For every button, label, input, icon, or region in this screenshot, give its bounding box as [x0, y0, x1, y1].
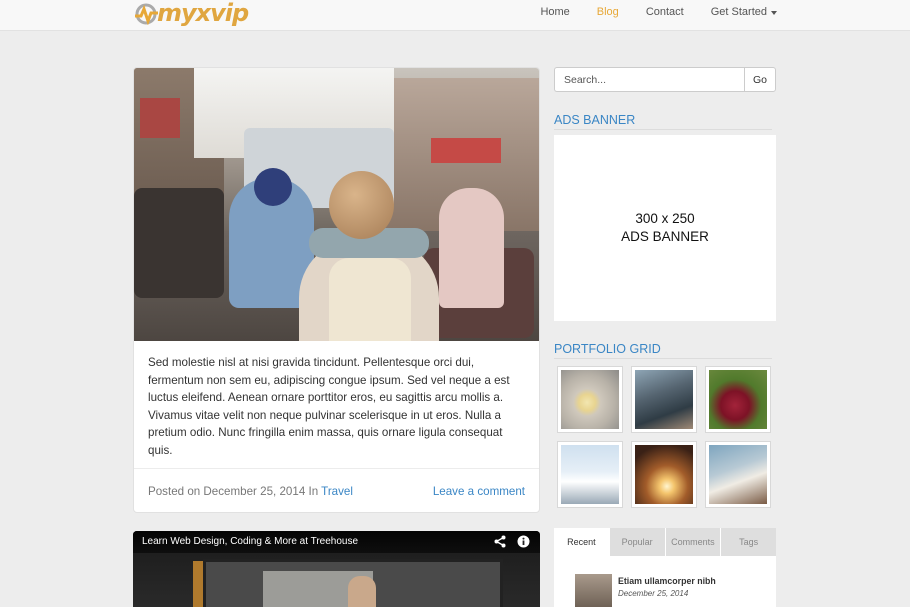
- skater-thumb[interactable]: [631, 366, 697, 433]
- tab-bar: Recent Popular Comments Tags: [554, 528, 776, 556]
- list-item[interactable]: Etiam ullamcorper nibh December 25, 2014: [575, 574, 716, 607]
- tab-comments[interactable]: Comments: [665, 528, 722, 556]
- top-navbar: myxvip Home Blog Contact Get Started: [0, 0, 910, 31]
- recent-post-date: December 25, 2014: [618, 589, 689, 598]
- logo-text: myxvip: [157, 0, 249, 27]
- nav-get-started-label: Get Started: [710, 6, 767, 18]
- post-excerpt: Sed molestie nisl at nisi gravida tincid…: [148, 356, 510, 457]
- tab-recent[interactable]: Recent: [554, 528, 610, 556]
- search-go-button[interactable]: Go: [744, 67, 776, 92]
- ads-banner[interactable]: 300 x 250 ADS BANNER: [554, 135, 776, 321]
- search-form: Go: [554, 67, 776, 92]
- post-meta: Posted on December 25, 2014 In Travel Le…: [134, 468, 539, 512]
- video-title: Learn Web Design, Coding & More at Treeh…: [133, 531, 540, 553]
- portfolio-widget-title: PORTFOLIO GRID: [554, 342, 772, 359]
- ads-label: ADS BANNER: [621, 229, 709, 244]
- seagull-thumb[interactable]: [557, 441, 623, 508]
- main-nav: Home Blog Contact Get Started: [513, 0, 777, 25]
- info-icon[interactable]: [517, 535, 530, 548]
- nav-home[interactable]: Home: [540, 0, 569, 25]
- tabs-widget: Recent Popular Comments Tags Etiam ullam…: [554, 528, 776, 607]
- tab-tags[interactable]: Tags: [721, 528, 776, 556]
- search-input[interactable]: [554, 67, 744, 92]
- sunset-street-thumb[interactable]: [631, 441, 697, 508]
- category-link[interactable]: Travel: [321, 485, 353, 498]
- blog-post: Sed molestie nisl at nisi gravida tincid…: [133, 67, 540, 513]
- post-date: Posted on December 25, 2014 In Travel: [148, 485, 353, 498]
- nav-blog[interactable]: Blog: [597, 0, 619, 25]
- recent-post-thumb: [575, 574, 612, 607]
- coffee-cup-thumb[interactable]: [557, 366, 623, 433]
- posted-on-text: Posted on December 25, 2014 In: [148, 485, 319, 498]
- ads-size: 300 x 250: [635, 211, 695, 226]
- leave-comment-link[interactable]: Leave a comment: [433, 485, 525, 498]
- recent-post-title[interactable]: Etiam ullamcorper nibh: [618, 574, 716, 588]
- onion-thumb[interactable]: [705, 366, 771, 433]
- video-post: Learn Web Design, Coding & More at Treeh…: [133, 531, 540, 607]
- tab-popular[interactable]: Popular: [609, 528, 666, 556]
- nav-get-started[interactable]: Get Started: [711, 0, 777, 25]
- caret-down-icon: [771, 10, 777, 15]
- ads-widget-title: ADS BANNER: [554, 113, 772, 130]
- cups-thumb[interactable]: [705, 441, 771, 508]
- video-player[interactable]: Learn Web Design, Coding & More at Treeh…: [133, 531, 540, 607]
- site-logo[interactable]: myxvip: [133, 0, 249, 28]
- logo-icon: [135, 3, 158, 25]
- share-icon[interactable]: [494, 535, 506, 548]
- street-scooter-photo[interactable]: [134, 68, 539, 341]
- nav-contact[interactable]: Contact: [646, 0, 684, 25]
- video-controls: [494, 535, 530, 548]
